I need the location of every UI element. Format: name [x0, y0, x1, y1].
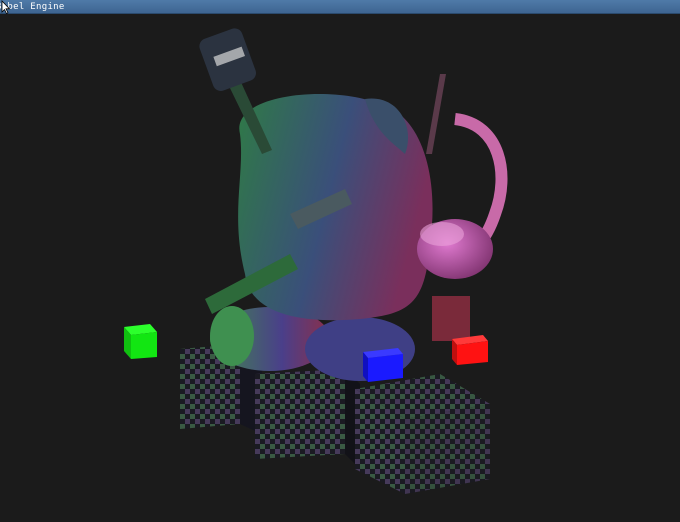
app-window: Bobel Engine [0, 0, 680, 522]
scene-canvas [124, 28, 508, 494]
mouse-pointer-icon [1, 0, 11, 14]
green-light-cube[interactable] [124, 324, 157, 359]
mech-model [199, 28, 508, 381]
checker-block-right [355, 374, 490, 494]
checker-block-middle [255, 369, 360, 469]
red-light-cube[interactable] [452, 335, 488, 365]
render-viewport[interactable] [0, 14, 680, 522]
blue-light-cube[interactable] [363, 348, 403, 382]
window-titlebar[interactable]: Bobel Engine [0, 0, 680, 14]
